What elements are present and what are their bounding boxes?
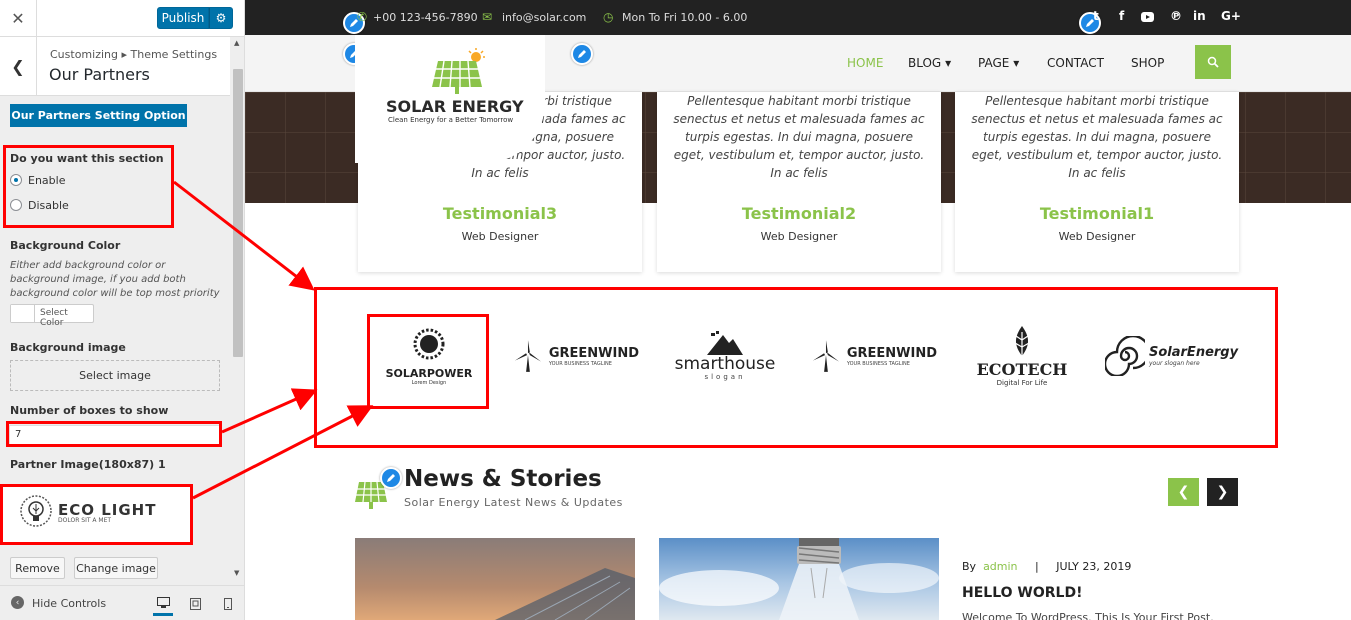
- tablet-preview-icon[interactable]: [185, 592, 205, 616]
- testimonial-quote: Pellentesque habitant morbi tristique se…: [971, 94, 1223, 180]
- testimonial-name: Testimonial3: [442, 204, 558, 223]
- bg-image-label: Background image: [10, 341, 126, 354]
- back-chevron-icon[interactable]: ❮: [0, 37, 37, 95]
- caret-down-icon: ▾: [945, 56, 952, 70]
- phone-icon: ✆: [357, 10, 368, 24]
- search-icon: [1207, 56, 1219, 68]
- bg-color-label: Background Color: [10, 239, 121, 252]
- mobile-preview-icon[interactable]: [218, 592, 238, 616]
- nav-page-label: PAGE: [978, 56, 1010, 70]
- testimonial-role: Web Designer: [1058, 230, 1136, 243]
- nav-shop[interactable]: SHOP: [1131, 56, 1164, 70]
- pinterest-icon[interactable]: ℗: [1170, 9, 1182, 23]
- clock-icon: ◷: [603, 10, 614, 24]
- chevron-left-icon: ❮: [1177, 484, 1190, 500]
- youtube-icon[interactable]: [1141, 11, 1154, 25]
- close-icon[interactable]: ✕: [0, 0, 37, 37]
- testimonial-card: Pellentesque habitant morbi tristique se…: [657, 92, 941, 272]
- caret-down-icon: ▾: [1013, 56, 1020, 70]
- twitter-icon[interactable]: t: [1093, 9, 1099, 23]
- news-edit-pencil-icon[interactable]: [380, 467, 402, 489]
- news-section-title: News & Stories: [404, 466, 602, 492]
- highlight-boxes-input: [6, 421, 222, 447]
- highlight-first-partner: [367, 314, 489, 409]
- post-title-link[interactable]: HELLO WORLD!: [962, 585, 1082, 601]
- top-bar: ✆ +00 123-456-7890 ✉ info@solar.com ◷ Mo…: [245, 0, 1351, 35]
- post-meta-separator: |: [1035, 560, 1039, 573]
- topbar-phone: +00 123-456-7890: [373, 11, 478, 24]
- nav-blog-label: BLOG: [908, 56, 942, 70]
- topbar-email[interactable]: info@solar.com: [502, 11, 586, 24]
- section-header: ❮ Customizing ▸ Theme Settings Our Partn…: [0, 37, 230, 96]
- search-button[interactable]: [1195, 45, 1231, 79]
- news-section-subtitle: Solar Energy Latest News & Updates: [404, 496, 623, 509]
- nav-blog[interactable]: BLOG ▾: [908, 56, 951, 70]
- desktop-preview-icon[interactable]: [153, 592, 173, 616]
- scroll-down-arrow-icon[interactable]: ▼: [234, 569, 239, 577]
- google-plus-icon[interactable]: G+: [1221, 9, 1241, 23]
- highlight-partner-image: [0, 484, 193, 545]
- post-by-label: By: [962, 560, 977, 573]
- post-excerpt: Welcome To WordPress. This Is Your First…: [962, 611, 1214, 620]
- chevron-right-icon: ❯: [1216, 484, 1229, 500]
- hide-controls-icon[interactable]: ‹: [11, 596, 24, 609]
- facebook-icon[interactable]: f: [1119, 9, 1124, 23]
- nav-contact[interactable]: CONTACT: [1047, 56, 1104, 70]
- post-meta: By admin | JULY 23, 2019: [962, 560, 1131, 573]
- logo-tagline: Clean Energy for a Better Tomorrow: [388, 116, 514, 124]
- news-prev-button[interactable]: ❮: [1168, 478, 1199, 506]
- linkedin-icon[interactable]: in: [1193, 9, 1206, 23]
- scroll-thumb[interactable]: [233, 69, 243, 357]
- topbar-hours: Mon To Fri 10.00 - 6.00: [622, 11, 748, 24]
- post-author-link[interactable]: admin: [983, 560, 1017, 573]
- partner-image-label: Partner Image(180x87) 1: [10, 458, 166, 471]
- partners-setting-option-button[interactable]: Our Partners Setting Option: [10, 104, 187, 127]
- logo-title: SOLAR ENERGY: [386, 97, 524, 116]
- boxes-count-label: Number of boxes to show: [10, 404, 169, 417]
- scroll-up-arrow-icon[interactable]: ▲: [234, 39, 239, 47]
- section-title: Our Partners: [49, 65, 150, 84]
- breadcrumb: Customizing ▸ Theme Settings: [50, 48, 218, 61]
- testimonial-name: Testimonial2: [741, 204, 857, 223]
- select-image-button[interactable]: Select image: [10, 360, 220, 391]
- change-image-button[interactable]: Change image: [74, 557, 158, 579]
- news-image-solar-panels[interactable]: [355, 538, 635, 620]
- customizer-header: ✕ Publish ⚙: [0, 0, 244, 37]
- testimonial-quote: Pellentesque habitant morbi tristique se…: [673, 94, 925, 180]
- select-color-button[interactable]: Select Color: [10, 304, 94, 328]
- gear-icon[interactable]: ⚙: [209, 7, 233, 29]
- testimonial-card: Pellentesque habitant morbi tristique se…: [955, 92, 1239, 272]
- nav-home[interactable]: HOME: [847, 56, 883, 70]
- bg-color-description: Either add background color or backgroun…: [10, 260, 220, 299]
- news-next-button[interactable]: ❯: [1207, 478, 1238, 506]
- hide-controls-button[interactable]: Hide Controls: [32, 597, 106, 610]
- post-date: JULY 23, 2019: [1056, 560, 1132, 573]
- testimonial-role: Web Designer: [760, 230, 838, 243]
- email-icon: ✉: [482, 10, 493, 24]
- solar-panel-logo-icon: [432, 48, 485, 94]
- customizer-footer: ‹ Hide Controls: [0, 585, 244, 620]
- panel-scrollbar[interactable]: ▲ ▼: [231, 37, 244, 582]
- site-logo[interactable]: SOLAR ENERGY Clean Energy for a Better T…: [355, 35, 545, 163]
- select-color-label: Select Color: [40, 308, 68, 328]
- publish-button[interactable]: Publish: [157, 7, 209, 29]
- testimonial-role: Web Designer: [461, 230, 539, 243]
- menu-edit-pencil-icon[interactable]: [571, 43, 593, 65]
- news-image-light-bulb[interactable]: [659, 538, 939, 620]
- testimonial-name: Testimonial1: [1039, 204, 1155, 223]
- nav-page[interactable]: PAGE ▾: [978, 56, 1019, 70]
- remove-image-button[interactable]: Remove: [10, 557, 65, 579]
- highlight-section-toggle: [3, 145, 174, 228]
- color-swatch: [11, 305, 35, 322]
